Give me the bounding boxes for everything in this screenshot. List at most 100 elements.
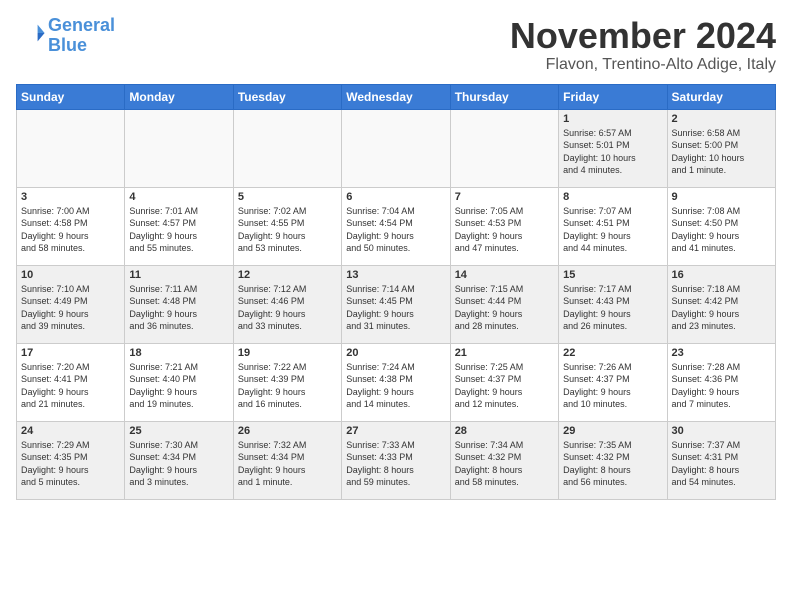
day-number: 8 — [563, 191, 662, 203]
calendar-cell: 6Sunrise: 7:04 AM Sunset: 4:54 PM Daylig… — [342, 187, 450, 265]
week-row-4: 17Sunrise: 7:20 AM Sunset: 4:41 PM Dayli… — [17, 343, 776, 421]
calendar-table: SundayMondayTuesdayWednesdayThursdayFrid… — [16, 84, 776, 500]
day-number: 9 — [672, 191, 771, 203]
day-number: 3 — [21, 191, 120, 203]
day-info: Sunrise: 7:01 AM Sunset: 4:57 PM Dayligh… — [129, 205, 228, 255]
week-row-1: 1 Sunrise: 6:57 AM Sunset: 5:01 PM Daylig… — [17, 109, 776, 187]
day-info: Sunrise: 7:33 AM Sunset: 4:33 PM Dayligh… — [346, 439, 445, 489]
day-info: Sunrise: 6:57 AM Sunset: 5:01 PM Dayligh… — [563, 127, 662, 177]
dow-header-monday: Monday — [125, 84, 233, 109]
week-row-3: 10 Sunrise: 7:10 AM Sunset: 4:49 PM Dayli… — [17, 265, 776, 343]
calendar-cell: 29 Sunrise: 7:35 AM Sunset: 4:32 PM Dayli… — [559, 421, 667, 499]
day-info: Sunrise: 7:21 AM Sunset: 4:40 PM Dayligh… — [129, 361, 228, 411]
day-number: 1 — [563, 113, 662, 125]
day-number: 23 — [672, 347, 771, 359]
day-number: 21 — [455, 347, 554, 359]
day-number: 17 — [21, 347, 120, 359]
calendar-cell: 14 Sunrise: 7:15 AM Sunset: 4:44 PM Dayli… — [450, 265, 558, 343]
calendar-cell: 7Sunrise: 7:05 AM Sunset: 4:53 PM Daylig… — [450, 187, 558, 265]
calendar-body: 1 Sunrise: 6:57 AM Sunset: 5:01 PM Daylig… — [17, 109, 776, 499]
day-info: Sunrise: 7:28 AM Sunset: 4:36 PM Dayligh… — [672, 361, 771, 411]
dow-header-wednesday: Wednesday — [342, 84, 450, 109]
calendar-cell: 17Sunrise: 7:20 AM Sunset: 4:41 PM Dayli… — [17, 343, 125, 421]
logo-icon — [18, 19, 46, 47]
day-info: Sunrise: 7:11 AM Sunset: 4:48 PM Dayligh… — [129, 283, 228, 333]
day-info: Sunrise: 7:17 AM Sunset: 4:43 PM Dayligh… — [563, 283, 662, 333]
day-number: 5 — [238, 191, 337, 203]
calendar-cell: 23 Sunrise: 7:28 AM Sunset: 4:36 PM Dayli… — [667, 343, 775, 421]
calendar-cell: 27 Sunrise: 7:33 AM Sunset: 4:33 PM Dayli… — [342, 421, 450, 499]
day-number: 29 — [563, 425, 662, 437]
day-info: Sunrise: 7:26 AM Sunset: 4:37 PM Dayligh… — [563, 361, 662, 411]
day-info: Sunrise: 7:32 AM Sunset: 4:34 PM Dayligh… — [238, 439, 337, 489]
dow-header-sunday: Sunday — [17, 84, 125, 109]
day-info: Sunrise: 7:08 AM Sunset: 4:50 PM Dayligh… — [672, 205, 771, 255]
day-number: 25 — [129, 425, 228, 437]
day-number: 26 — [238, 425, 337, 437]
dow-header-thursday: Thursday — [450, 84, 558, 109]
day-number: 19 — [238, 347, 337, 359]
calendar-cell: 30 Sunrise: 7:37 AM Sunset: 4:31 PM Dayli… — [667, 421, 775, 499]
day-info: Sunrise: 7:15 AM Sunset: 4:44 PM Dayligh… — [455, 283, 554, 333]
title-block: November 2024 Flavon, Trentino-Alto Adig… — [510, 16, 776, 74]
day-info: Sunrise: 7:25 AM Sunset: 4:37 PM Dayligh… — [455, 361, 554, 411]
day-info: Sunrise: 7:30 AM Sunset: 4:34 PM Dayligh… — [129, 439, 228, 489]
calendar-cell: 28 Sunrise: 7:34 AM Sunset: 4:32 PM Dayli… — [450, 421, 558, 499]
calendar-cell: 20 Sunrise: 7:24 AM Sunset: 4:38 PM Dayli… — [342, 343, 450, 421]
day-info: Sunrise: 7:24 AM Sunset: 4:38 PM Dayligh… — [346, 361, 445, 411]
day-info: Sunrise: 7:12 AM Sunset: 4:46 PM Dayligh… — [238, 283, 337, 333]
dow-header-saturday: Saturday — [667, 84, 775, 109]
day-number: 11 — [129, 269, 228, 281]
calendar-cell: 5 Sunrise: 7:02 AM Sunset: 4:55 PM Daylig… — [233, 187, 341, 265]
calendar-cell: 15 Sunrise: 7:17 AM Sunset: 4:43 PM Dayli… — [559, 265, 667, 343]
day-info: Sunrise: 7:14 AM Sunset: 4:45 PM Dayligh… — [346, 283, 445, 333]
calendar-cell — [342, 109, 450, 187]
calendar-cell: 26 Sunrise: 7:32 AM Sunset: 4:34 PM Dayli… — [233, 421, 341, 499]
day-number: 15 — [563, 269, 662, 281]
day-number: 20 — [346, 347, 445, 359]
day-info: Sunrise: 7:04 AM Sunset: 4:54 PM Dayligh… — [346, 205, 445, 255]
day-info: Sunrise: 7:34 AM Sunset: 4:32 PM Dayligh… — [455, 439, 554, 489]
calendar-cell: 25 Sunrise: 7:30 AM Sunset: 4:34 PM Dayli… — [125, 421, 233, 499]
day-number: 4 — [129, 191, 228, 203]
day-number: 7 — [455, 191, 554, 203]
calendar-cell: 10 Sunrise: 7:10 AM Sunset: 4:49 PM Dayli… — [17, 265, 125, 343]
day-info: Sunrise: 7:07 AM Sunset: 4:51 PM Dayligh… — [563, 205, 662, 255]
day-number: 10 — [21, 269, 120, 281]
day-info: Sunrise: 7:02 AM Sunset: 4:55 PM Dayligh… — [238, 205, 337, 255]
logo-text-line1: General — [48, 16, 115, 36]
day-number: 27 — [346, 425, 445, 437]
calendar-cell: 4 Sunrise: 7:01 AM Sunset: 4:57 PM Daylig… — [125, 187, 233, 265]
day-info: Sunrise: 7:37 AM Sunset: 4:31 PM Dayligh… — [672, 439, 771, 489]
calendar-cell: 19 Sunrise: 7:22 AM Sunset: 4:39 PM Dayli… — [233, 343, 341, 421]
calendar-cell — [233, 109, 341, 187]
day-info: Sunrise: 7:22 AM Sunset: 4:39 PM Dayligh… — [238, 361, 337, 411]
day-of-week-row: SundayMondayTuesdayWednesdayThursdayFrid… — [17, 84, 776, 109]
calendar-cell — [450, 109, 558, 187]
day-number: 2 — [672, 113, 771, 125]
day-info: Sunrise: 7:35 AM Sunset: 4:32 PM Dayligh… — [563, 439, 662, 489]
location: Flavon, Trentino-Alto Adige, Italy — [510, 56, 776, 74]
day-number: 28 — [455, 425, 554, 437]
calendar-cell: 9 Sunrise: 7:08 AM Sunset: 4:50 PM Daylig… — [667, 187, 775, 265]
day-number: 13 — [346, 269, 445, 281]
day-number: 22 — [563, 347, 662, 359]
day-number: 30 — [672, 425, 771, 437]
page: General Blue November 2024 Flavon, Trent… — [0, 0, 792, 508]
month-title: November 2024 — [510, 16, 776, 56]
calendar-cell: 18Sunrise: 7:21 AM Sunset: 4:40 PM Dayli… — [125, 343, 233, 421]
logo-text-line2: Blue — [48, 36, 115, 56]
header: General Blue November 2024 Flavon, Trent… — [16, 16, 776, 74]
day-info: Sunrise: 7:10 AM Sunset: 4:49 PM Dayligh… — [21, 283, 120, 333]
calendar-cell: 1 Sunrise: 6:57 AM Sunset: 5:01 PM Daylig… — [559, 109, 667, 187]
week-row-5: 24Sunrise: 7:29 AM Sunset: 4:35 PM Dayli… — [17, 421, 776, 499]
calendar-cell: 12Sunrise: 7:12 AM Sunset: 4:46 PM Dayli… — [233, 265, 341, 343]
calendar-cell: 3Sunrise: 7:00 AM Sunset: 4:58 PM Daylig… — [17, 187, 125, 265]
calendar-cell: 13 Sunrise: 7:14 AM Sunset: 4:45 PM Dayli… — [342, 265, 450, 343]
dow-header-friday: Friday — [559, 84, 667, 109]
calendar-cell: 8 Sunrise: 7:07 AM Sunset: 4:51 PM Daylig… — [559, 187, 667, 265]
week-row-2: 3Sunrise: 7:00 AM Sunset: 4:58 PM Daylig… — [17, 187, 776, 265]
day-number: 24 — [21, 425, 120, 437]
day-number: 14 — [455, 269, 554, 281]
calendar-cell: 16Sunrise: 7:18 AM Sunset: 4:42 PM Dayli… — [667, 265, 775, 343]
